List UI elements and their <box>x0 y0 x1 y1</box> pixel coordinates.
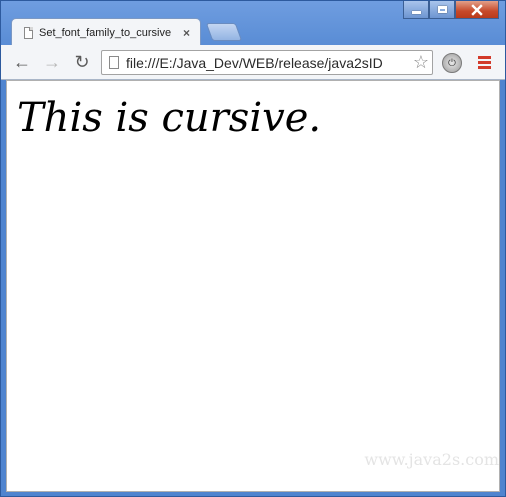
maximize-icon <box>437 6 447 13</box>
tab-close-button[interactable]: × <box>183 26 190 40</box>
window-close-button[interactable] <box>455 1 499 19</box>
tab-active[interactable]: Set_font_family_to_cursive × <box>11 18 201 46</box>
browser-window: Set_font_family_to_cursive × ← → ↻ file:… <box>0 0 506 497</box>
window-controls <box>403 1 499 19</box>
page-icon <box>109 56 119 69</box>
bookmark-star-icon[interactable]: ☆ <box>413 52 429 73</box>
menu-icon[interactable] <box>478 56 491 69</box>
page-content: This is cursive. www.java2s.com <box>6 80 500 492</box>
tab-title: Set_font_family_to_cursive <box>39 26 172 39</box>
forward-arrow-icon: → <box>43 51 61 72</box>
back-arrow-icon: ← <box>13 51 31 72</box>
cursive-heading: This is cursive. <box>17 95 322 141</box>
reload-icon: ↻ <box>74 51 90 72</box>
menu-bar-line <box>478 56 491 59</box>
extension-icon[interactable]: ⏻ <box>442 53 462 73</box>
minimize-button[interactable] <box>403 1 429 19</box>
menu-bar-line <box>478 66 491 69</box>
menu-bar-line <box>478 61 491 64</box>
address-text[interactable]: file:///E:/Java_Dev/WEB/release/java2sID <box>126 55 410 71</box>
browser-toolbar: ← → ↻ file:///E:/Java_Dev/WEB/release/ja… <box>1 45 505 80</box>
back-button[interactable]: ← <box>9 49 35 75</box>
title-bar: Set_font_family_to_cursive × <box>1 1 505 46</box>
maximize-button[interactable] <box>429 1 455 19</box>
close-icon <box>471 3 483 16</box>
address-bar[interactable]: file:///E:/Java_Dev/WEB/release/java2sID… <box>101 50 433 75</box>
document-icon <box>24 26 33 39</box>
new-tab-button[interactable] <box>205 23 243 41</box>
watermark: www.java2s.com <box>364 450 499 469</box>
minimize-icon <box>411 11 421 14</box>
reload-button[interactable]: ↻ <box>69 49 95 75</box>
forward-button[interactable]: → <box>39 49 65 75</box>
